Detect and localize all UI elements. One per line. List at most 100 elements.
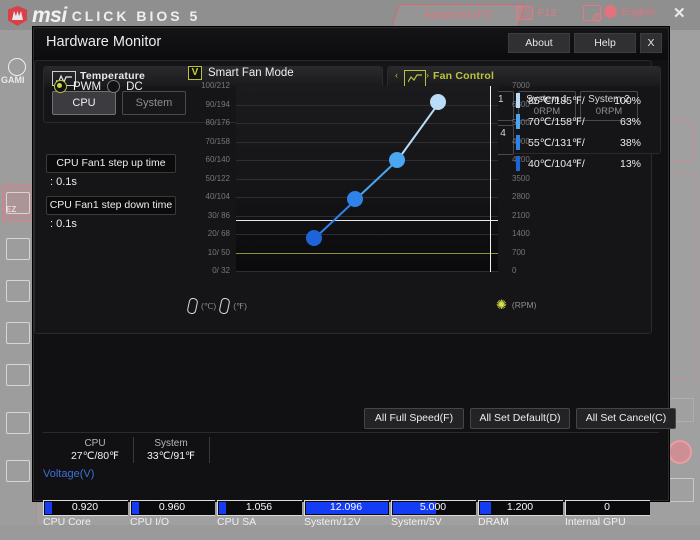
y-axis-tick-left: 40/104 <box>205 192 230 201</box>
grid-line <box>236 271 498 272</box>
legend-row-1: 85℃/185℉/ 100% <box>516 90 641 111</box>
curve-point-3[interactable] <box>388 151 405 168</box>
voltage-item: 0.920 CPU Core <box>43 500 128 540</box>
screenshot-f12-button[interactable]: F12 <box>516 6 556 20</box>
voltage-value: 0 <box>604 501 610 513</box>
voltage-value: 1.200 <box>506 501 534 513</box>
fan-action-buttons: All Full Speed(F) All Set Default(D) All… <box>364 408 676 429</box>
checkbox-icon[interactable]: V <box>188 66 202 80</box>
all-full-speed-button[interactable]: All Full Speed(F) <box>364 408 464 429</box>
y-axis-tick-left: 10/ 50 <box>207 248 230 257</box>
help-button[interactable]: Help <box>574 33 636 53</box>
readout-cpu: CPU 27℃/80℉ <box>57 437 134 463</box>
fan-curve-chart: V Smart Fan Mode 100/212 90/194 80/176 70/1… <box>186 66 642 324</box>
y-axis-tick-right: 1400 <box>512 229 530 238</box>
step-down-time-value: : 0.1s <box>50 218 77 230</box>
all-set-cancel-button[interactable]: All Set Cancel(C) <box>576 408 676 429</box>
step-down-time-button[interactable]: CPU Fan1 step down time <box>46 196 176 215</box>
dialog-titlebar-buttons: About Help X <box>508 33 662 53</box>
bios-sidebar: GAMI EZ <box>0 30 37 525</box>
thermometer-icon <box>218 297 231 315</box>
pwm-radio[interactable] <box>54 80 67 93</box>
hardware-monitor-dialog: Hardware Monitor About Help X Temperatur… <box>33 27 676 528</box>
current-temp-cursor[interactable] <box>490 86 491 272</box>
legend-percent: 38% <box>619 136 641 149</box>
about-button[interactable]: About <box>508 33 570 53</box>
y-axis-tick-left: 60/140 <box>205 155 230 164</box>
grid-line <box>236 142 498 143</box>
temperature-readouts: CPU 27℃/80℉ System 33℃/91℉ <box>43 432 659 467</box>
voltage-item: 5.000 System/5V <box>391 500 476 540</box>
y-axis-tick-right: 0 <box>512 266 517 275</box>
grid-line <box>236 123 498 124</box>
language-selector[interactable]: English <box>604 5 655 18</box>
legend-row-3: 55℃/131℉/ 38% <box>516 132 641 153</box>
curve-point-4[interactable] <box>430 94 447 110</box>
sidebar-item-security-icon[interactable] <box>6 322 30 344</box>
fahrenheit-unit: (℉) <box>233 300 247 311</box>
legend-percent: 63% <box>619 115 641 128</box>
voltage-value: 1.056 <box>245 501 273 513</box>
rpm-axis-units: ✺ (RPM) <box>496 298 536 311</box>
curve-point-1[interactable] <box>305 229 322 246</box>
legend-temperature: 55℃/131℉/ <box>528 136 585 149</box>
grid-line <box>236 160 498 161</box>
sidebar-item-overclock-icon[interactable] <box>6 238 30 260</box>
advanced-mode-button[interactable]: Advanced (F7) <box>391 4 526 27</box>
smart-fan-mode-toggle[interactable]: V Smart Fan Mode <box>188 66 294 80</box>
voltage-value: 5.000 <box>419 501 447 513</box>
legend-swatch <box>516 156 520 171</box>
voltage-label: DRAM <box>478 516 509 528</box>
readout-value: 33℃/91℉ <box>146 450 196 462</box>
legend-percent: 100% <box>614 94 641 107</box>
voltage-label: CPU SA <box>217 516 257 528</box>
voltage-label: System/12V <box>304 516 361 528</box>
chart-legend: 85℃/185℉/ 100% 70℃/158℉/ 63% 55℃/131℉/ 38% 40℃… <box>516 90 641 174</box>
voltage-value: 12.096 <box>329 501 363 513</box>
camera-icon <box>516 6 533 20</box>
legend-swatch <box>516 135 520 150</box>
voltage-item: 1.200 DRAM <box>478 500 563 540</box>
y-axis-tick-right: 2100 <box>512 211 530 220</box>
voltage-value: 0.920 <box>71 501 99 513</box>
voltage-label: CPU I/O <box>130 516 170 528</box>
curve-point-2[interactable] <box>347 190 364 207</box>
all-set-default-button[interactable]: All Set Default(D) <box>470 408 570 429</box>
voltage-label: Internal GPU <box>565 516 626 528</box>
sidebar-item-exit-icon[interactable] <box>6 460 30 482</box>
legend-swatch <box>516 114 520 129</box>
grid-line <box>236 216 498 217</box>
dc-label: DC <box>126 80 143 93</box>
y-axis-tick-left: 70/158 <box>205 137 230 146</box>
current-rpm-line <box>236 220 498 221</box>
step-up-time-button[interactable]: CPU Fan1 step up time <box>46 154 176 173</box>
sidebar-item-boot-icon[interactable] <box>6 280 30 302</box>
legend-row-2: 70℃/158℉/ 63% <box>516 111 641 132</box>
bios-close-icon[interactable]: ✕ <box>673 4 686 22</box>
readout-label: CPU <box>84 438 106 449</box>
sidebar-item-favorites-icon[interactable] <box>6 412 30 434</box>
sidebar-item-settings-icon[interactable] <box>6 192 30 214</box>
dc-radio[interactable] <box>107 80 121 93</box>
msi-shield-icon <box>8 6 27 26</box>
voltage-bars: 0.920 CPU Core 0.960 CPU I/O 1.056 CPU SA 12.0… <box>43 500 659 540</box>
search-icon[interactable] <box>583 5 602 22</box>
pwm-label: PWM <box>73 80 102 93</box>
y-axis-tick-right: 2800 <box>512 192 530 201</box>
dialog-body: Temperature CPU System ‹ › Fan Control C… <box>34 60 676 528</box>
voltage-item: 0 Internal GPU <box>565 500 650 540</box>
step-up-time-value: : 0.1s <box>50 176 77 188</box>
voltage-item: 0.960 CPU I/O <box>130 500 215 540</box>
clock-icon <box>8 58 26 76</box>
voltage-label: CPU Core <box>43 516 91 528</box>
legend-row-4: 40℃/104℉/ 13% <box>516 153 641 174</box>
legend-percent: 13% <box>619 157 641 170</box>
bios-topbar: msi CLICK BIOS 5 Advanced (F7) F12 Engli… <box>0 0 700 30</box>
legend-swatch <box>516 93 520 108</box>
voltage-item: 12.096 System/12V <box>304 500 389 540</box>
close-button[interactable]: X <box>640 33 662 53</box>
language-label: English <box>621 5 656 18</box>
plot-canvas[interactable] <box>236 86 498 272</box>
y-axis-tick-right: 700 <box>512 248 526 257</box>
sidebar-item-save-icon[interactable] <box>6 364 30 386</box>
